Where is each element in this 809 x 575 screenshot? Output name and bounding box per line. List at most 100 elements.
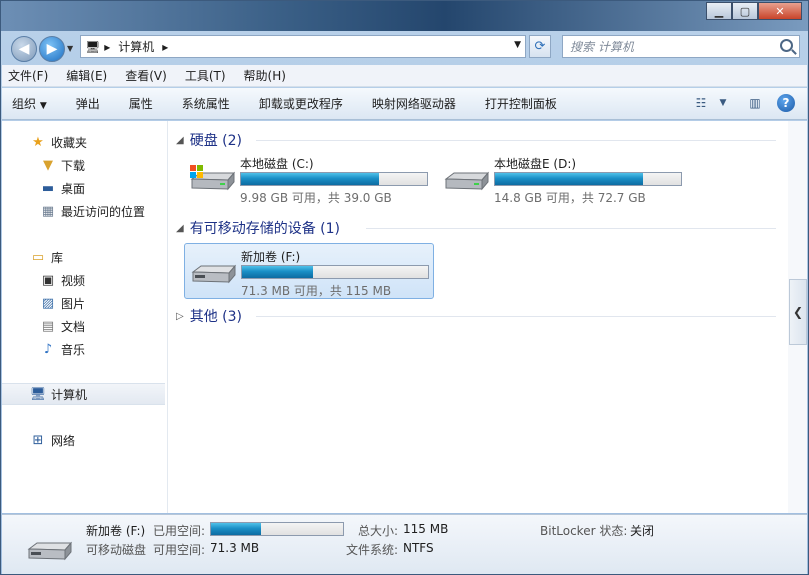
removable-drive-icon (27, 541, 73, 561)
maximize-button[interactable]: ▢ (732, 2, 758, 20)
menu-bar: 文件(F) 编辑(E) 查看(V) 工具(T) 帮助(H) (2, 65, 807, 87)
properties-button[interactable]: 属性 (129, 95, 153, 112)
close-button[interactable]: ✕ (758, 2, 802, 20)
menu-file[interactable]: 文件(F) (8, 67, 48, 84)
view-options-icon[interactable]: ☷ (691, 94, 711, 112)
drive-usage-fill (495, 173, 644, 185)
drive-usage-fill (242, 266, 313, 278)
menu-help[interactable]: 帮助(H) (244, 67, 286, 84)
preview-pane-icon[interactable]: ▥ (745, 94, 765, 112)
group-hdd-label: 硬盘 (2) (189, 133, 242, 149)
eject-button[interactable]: 弹出 (76, 95, 100, 112)
system-properties-button[interactable]: 系统属性 (182, 95, 230, 112)
group-removable[interactable]: ◢ 有可移动存储的设备 (1) (176, 218, 776, 238)
group-other[interactable]: ▷ 其他 (3) (176, 306, 776, 326)
chevron-left-icon: ❮ (792, 305, 804, 319)
drive-usage-bar (241, 265, 429, 279)
forward-button[interactable]: ▶ (39, 36, 65, 62)
navigation-pane: ★ 收藏夹 ▼ 下载 ▬ 桌面 ▦ 最近访问的位置 ▭ 库 ▣ 视频 ▨ 图片 ▤ 文档 ♪ 音乐… (2, 121, 168, 513)
drive-name: 本地磁盘 (C:) (240, 157, 314, 171)
nav-videos-label: 视频 (61, 273, 86, 288)
filesystem-value: NTFS (403, 541, 434, 555)
nav-recent-places[interactable]: ▦ 最近访问的位置 (2, 200, 165, 222)
breadcrumb-arrow-icon[interactable]: ▸ (104, 40, 110, 54)
nav-documents-label: 文档 (61, 319, 86, 334)
details-pane-toggle[interactable]: ❮ (789, 279, 807, 345)
breadcrumb-computer[interactable]: 计算机 (118, 38, 154, 55)
nav-favorites[interactable]: ★ 收藏夹 (2, 131, 165, 153)
nav-downloads[interactable]: ▼ 下载 (2, 154, 165, 176)
nav-documents[interactable]: ▤ 文档 (2, 315, 165, 337)
nav-videos[interactable]: ▣ 视频 (2, 269, 165, 291)
address-bar[interactable]: 🖥 ▸ 计算机 ▸ ▼ (80, 35, 526, 58)
drive-c[interactable]: 本地磁盘 (C:) 9.98 GB 可用，共 39.0 GB (184, 151, 436, 207)
nav-recent-places-label: 最近访问的位置 (61, 204, 146, 219)
minimize-button[interactable]: ▁ (706, 2, 732, 20)
title-bar[interactable]: ▁ ▢ ✕ (1, 1, 808, 31)
nav-network[interactable]: ⊞ 网络 (2, 429, 165, 451)
command-bar: 组织 ▼ 弹出 属性 系统属性 卸载或更改程序 映射网络驱动器 打开控制面板 ☷… (2, 88, 807, 120)
free-space-label: 可用空间: (153, 543, 206, 557)
drive-name: 本地磁盘E (D:) (494, 157, 577, 171)
nav-libraries[interactable]: ▭ 库 (2, 246, 165, 268)
expand-icon[interactable]: ▷ (176, 311, 184, 322)
music-icon: ♪ (43, 341, 53, 357)
back-button[interactable]: ◀ (11, 36, 37, 62)
total-size-value: 115 MB (403, 522, 449, 536)
computer-icon: 🖥 (29, 386, 47, 402)
search-input[interactable]: 搜索 计算机 (562, 35, 800, 58)
help-icon[interactable]: ? (777, 94, 795, 112)
nav-favorites-label: 收藏夹 (51, 135, 88, 150)
search-icon[interactable] (780, 39, 793, 52)
collapse-icon[interactable]: ◢ (176, 223, 184, 234)
group-divider (366, 228, 776, 229)
nav-downloads-label: 下载 (61, 158, 86, 173)
content-pane: ◢ 硬盘 (2) 本地磁盘 (C:) 9.98 GB 可用，共 39.0 GB … (168, 121, 788, 513)
group-divider (256, 140, 776, 141)
removable-drive-icon (191, 264, 237, 284)
nav-network-label: 网络 (51, 433, 76, 448)
organize-button[interactable]: 组织 ▼ (12, 95, 47, 112)
drive-space-info: 71.3 MB 可用，共 115 MB (241, 284, 392, 298)
nav-computer-label: 计算机 (51, 387, 88, 402)
main-area: ★ 收藏夹 ▼ 下载 ▬ 桌面 ▦ 最近访问的位置 ▭ 库 ▣ 视频 ▨ 图片 ▤ 文档 ♪ 音乐… (2, 121, 807, 513)
library-icon: ▭ (31, 249, 45, 265)
desktop-icon: ▬ (41, 180, 55, 196)
open-control-panel-button[interactable]: 打开控制面板 (485, 95, 557, 112)
star-icon: ★ (32, 134, 44, 150)
network-icon: ⊞ (32, 432, 44, 448)
windows-drive-icon (190, 165, 236, 191)
used-space-label: 已用空间: (153, 524, 206, 538)
video-icon: ▣ (41, 272, 55, 288)
menu-tools[interactable]: 工具(T) (185, 67, 226, 84)
bitlocker-label: BitLocker 状态: (540, 524, 628, 538)
pictures-icon: ▨ (41, 295, 55, 311)
breadcrumb-arrow-icon[interactable]: ▸ (162, 40, 168, 54)
drive-f[interactable]: 新加卷 (F:) 71.3 MB 可用，共 115 MB (184, 243, 434, 299)
details-drive-name: 新加卷 (F:) (86, 524, 146, 538)
group-divider (256, 316, 776, 317)
explorer-window: ▁ ▢ ✕ ◀ ▶ ▼ 🖥 ▸ 计算机 ▸ ▼ ⟳ 搜索 计算机 文件(F) 编… (0, 0, 809, 575)
nav-computer[interactable]: 🖥 计算机 (2, 383, 165, 405)
nav-music[interactable]: ♪ 音乐 (2, 338, 165, 360)
drive-space-info: 9.98 GB 可用，共 39.0 GB (240, 191, 392, 205)
refresh-button[interactable]: ⟳ (529, 35, 551, 58)
address-dropdown-icon[interactable]: ▼ (514, 40, 521, 50)
group-hard-drives[interactable]: ◢ 硬盘 (2) (176, 130, 776, 150)
details-drive-type: 可移动磁盘 (86, 543, 147, 557)
nav-pictures[interactable]: ▨ 图片 (2, 292, 165, 314)
address-row: ◀ ▶ ▼ 🖥 ▸ 计算机 ▸ ▼ ⟳ 搜索 计算机 (1, 31, 808, 63)
map-network-drive-button[interactable]: 映射网络驱动器 (372, 95, 456, 112)
window-controls: ▁ ▢ ✕ (706, 2, 802, 20)
history-dropdown-icon[interactable]: ▼ (67, 44, 73, 53)
drive-d[interactable]: 本地磁盘E (D:) 14.8 GB 可用，共 72.7 GB (438, 151, 690, 207)
view-dropdown-icon[interactable]: ▼ (713, 94, 733, 112)
nav-desktop[interactable]: ▬ 桌面 (2, 177, 165, 199)
search-placeholder: 搜索 计算机 (570, 40, 634, 54)
collapse-icon[interactable]: ◢ (176, 135, 184, 146)
group-removable-label: 有可移动存储的设备 (1) (189, 221, 340, 237)
menu-view[interactable]: 查看(V) (125, 67, 167, 84)
menu-edit[interactable]: 编辑(E) (66, 67, 107, 84)
drive-name: 新加卷 (F:) (241, 250, 301, 264)
uninstall-program-button[interactable]: 卸载或更改程序 (259, 95, 343, 112)
